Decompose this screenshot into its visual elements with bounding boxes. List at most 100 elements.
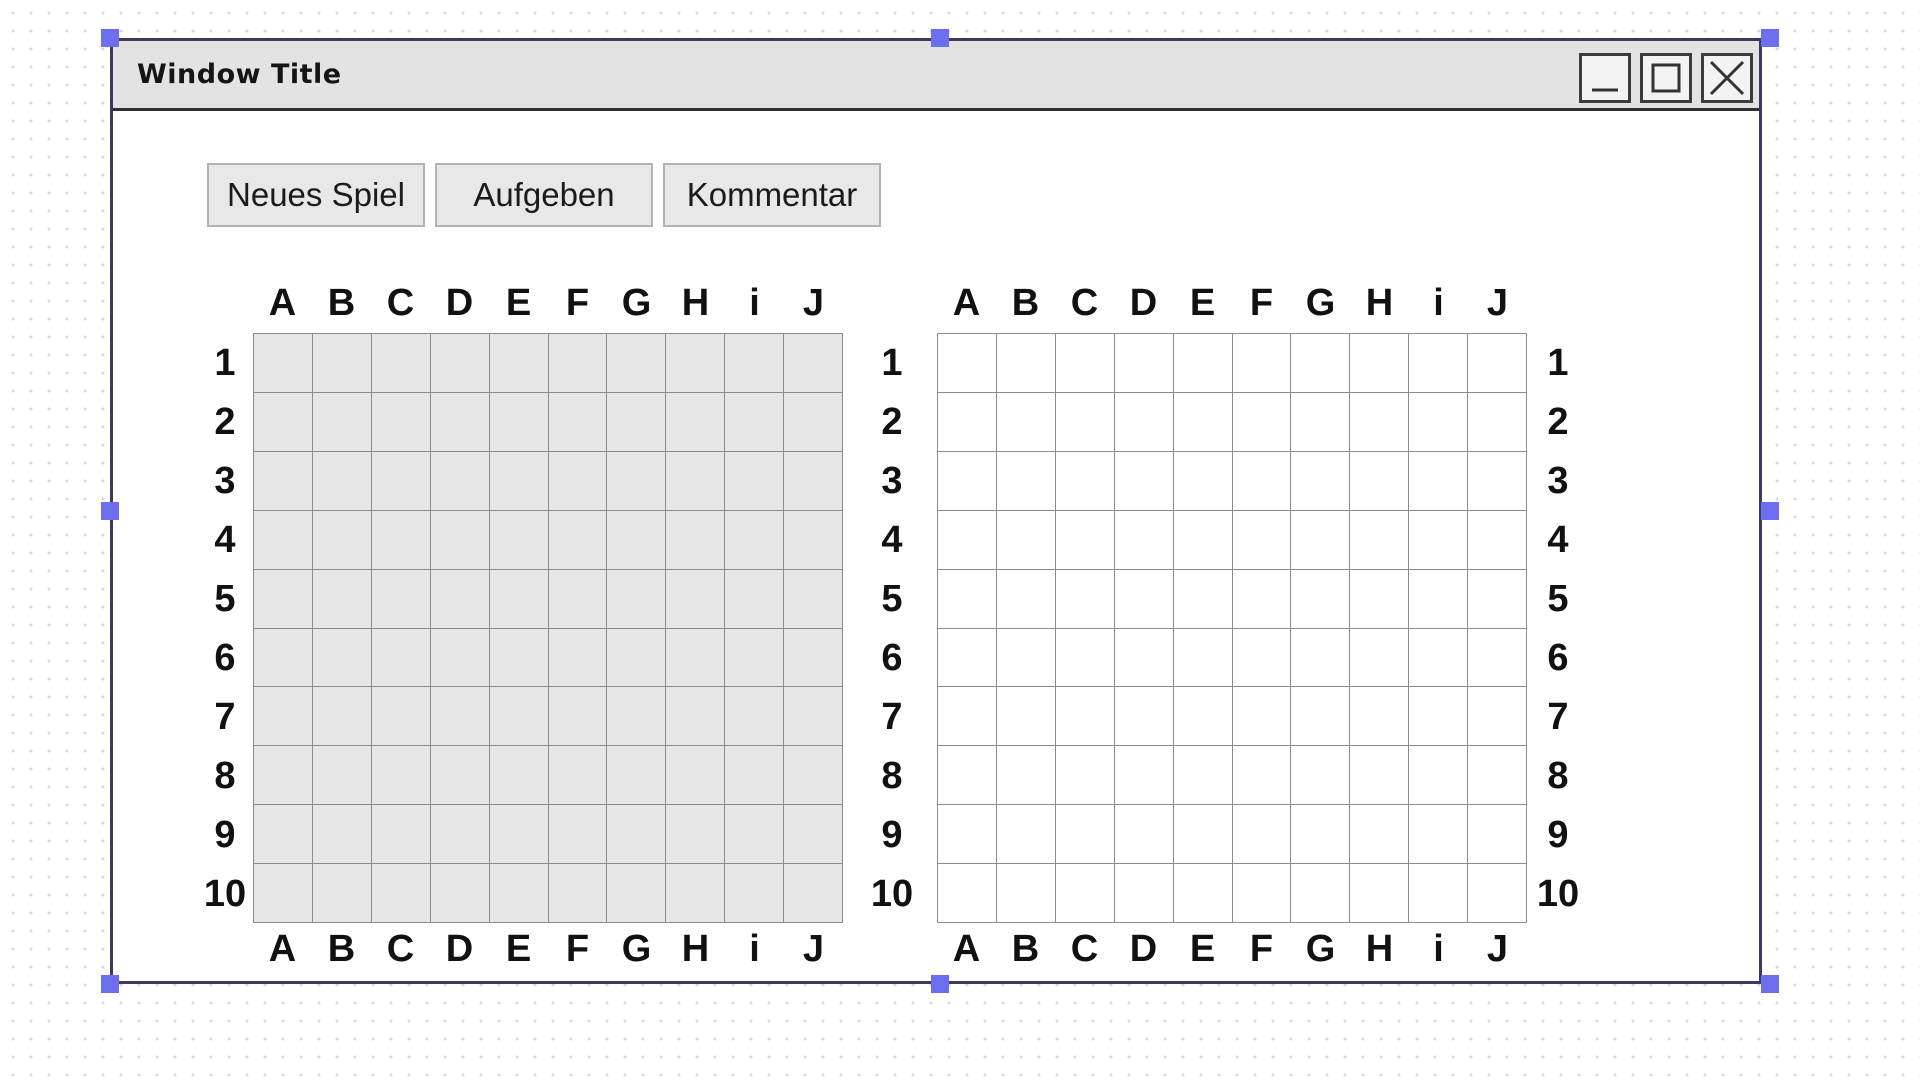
board-cell[interactable]: [938, 569, 997, 629]
give-up-button[interactable]: Aufgeben: [435, 163, 653, 227]
new-game-button[interactable]: Neues Spiel: [207, 163, 425, 227]
board-cell[interactable]: [312, 746, 372, 806]
board-cell[interactable]: [996, 334, 1056, 393]
board-cell[interactable]: [312, 451, 372, 511]
board-cell[interactable]: [1055, 628, 1115, 688]
board-cell[interactable]: [1232, 392, 1292, 452]
board-cell[interactable]: [254, 628, 313, 688]
board-cell[interactable]: [1055, 805, 1115, 865]
board-cell[interactable]: [548, 628, 608, 688]
board-cell[interactable]: [784, 805, 843, 865]
board-cell[interactable]: [784, 392, 843, 452]
board-cell[interactable]: [666, 392, 726, 452]
board-cell[interactable]: [1291, 805, 1351, 865]
board-cell[interactable]: [1173, 510, 1233, 570]
board-cell[interactable]: [371, 392, 431, 452]
board-cell[interactable]: [489, 334, 549, 393]
board-cell[interactable]: [430, 334, 490, 393]
board-cell[interactable]: [1114, 392, 1174, 452]
board-cell[interactable]: [1409, 864, 1469, 923]
board-cell[interactable]: [1055, 510, 1115, 570]
board-cell[interactable]: [312, 628, 372, 688]
board-cell[interactable]: [1350, 864, 1410, 923]
board-cell[interactable]: [938, 746, 997, 806]
board-cell[interactable]: [1350, 687, 1410, 747]
board-cell[interactable]: [489, 510, 549, 570]
board-cell[interactable]: [254, 687, 313, 747]
board-cell[interactable]: [666, 569, 726, 629]
board-cell[interactable]: [1291, 510, 1351, 570]
resize-handle-top-center[interactable]: [931, 29, 949, 47]
board-cell[interactable]: [1350, 569, 1410, 629]
board-cell[interactable]: [1468, 864, 1527, 923]
board-cell[interactable]: [996, 510, 1056, 570]
board-cell[interactable]: [996, 628, 1056, 688]
board-cell[interactable]: [1468, 334, 1527, 393]
board-cell[interactable]: [725, 569, 785, 629]
board-cell[interactable]: [312, 334, 372, 393]
board-cell[interactable]: [938, 451, 997, 511]
board-cell[interactable]: [1232, 510, 1292, 570]
board-cell[interactable]: [666, 510, 726, 570]
board-cell[interactable]: [254, 510, 313, 570]
board-cell[interactable]: [1173, 334, 1233, 393]
board-cell[interactable]: [489, 746, 549, 806]
board-cell[interactable]: [1055, 746, 1115, 806]
minimize-button[interactable]: [1579, 53, 1631, 103]
board-cell[interactable]: [666, 334, 726, 393]
board-cell[interactable]: [312, 510, 372, 570]
board-cell[interactable]: [996, 864, 1056, 923]
board-cell[interactable]: [607, 628, 667, 688]
board-cell[interactable]: [1173, 392, 1233, 452]
board-cell[interactable]: [666, 746, 726, 806]
board-cell[interactable]: [666, 864, 726, 923]
board-cell[interactable]: [1114, 746, 1174, 806]
board-cell[interactable]: [1409, 451, 1469, 511]
board-cell[interactable]: [371, 628, 431, 688]
board-cell[interactable]: [1291, 628, 1351, 688]
board-cell[interactable]: [489, 392, 549, 452]
board-cell[interactable]: [371, 687, 431, 747]
board-cell[interactable]: [1114, 510, 1174, 570]
board-cell[interactable]: [938, 805, 997, 865]
board-cell[interactable]: [371, 805, 431, 865]
board-cell[interactable]: [607, 805, 667, 865]
board-cell[interactable]: [1055, 451, 1115, 511]
opponent-board-grid[interactable]: [937, 333, 1527, 923]
board-cell[interactable]: [784, 510, 843, 570]
board-cell[interactable]: [430, 569, 490, 629]
board-cell[interactable]: [1350, 510, 1410, 570]
title-bar[interactable]: Window Title: [113, 41, 1759, 111]
board-cell[interactable]: [1409, 510, 1469, 570]
board-cell[interactable]: [1232, 746, 1292, 806]
resize-handle-bottom-center[interactable]: [931, 975, 949, 993]
board-cell[interactable]: [1173, 805, 1233, 865]
board-cell[interactable]: [1468, 392, 1527, 452]
board-cell[interactable]: [254, 334, 313, 393]
board-cell[interactable]: [996, 392, 1056, 452]
board-cell[interactable]: [607, 451, 667, 511]
board-cell[interactable]: [489, 805, 549, 865]
board-cell[interactable]: [254, 451, 313, 511]
board-cell[interactable]: [1114, 451, 1174, 511]
board-cell[interactable]: [1291, 864, 1351, 923]
board-cell[interactable]: [996, 569, 1056, 629]
board-cell[interactable]: [607, 510, 667, 570]
resize-handle-middle-left[interactable]: [101, 502, 119, 520]
board-cell[interactable]: [784, 864, 843, 923]
board-cell[interactable]: [784, 334, 843, 393]
board-cell[interactable]: [938, 864, 997, 923]
board-cell[interactable]: [607, 864, 667, 923]
board-cell[interactable]: [996, 687, 1056, 747]
board-cell[interactable]: [725, 864, 785, 923]
board-cell[interactable]: [430, 864, 490, 923]
board-cell[interactable]: [1055, 687, 1115, 747]
board-cell[interactable]: [1173, 687, 1233, 747]
board-cell[interactable]: [548, 569, 608, 629]
board-cell[interactable]: [1232, 451, 1292, 511]
board-cell[interactable]: [784, 746, 843, 806]
board-cell[interactable]: [784, 569, 843, 629]
own-board-grid[interactable]: [253, 333, 843, 923]
board-cell[interactable]: [1409, 746, 1469, 806]
board-cell[interactable]: [1055, 569, 1115, 629]
